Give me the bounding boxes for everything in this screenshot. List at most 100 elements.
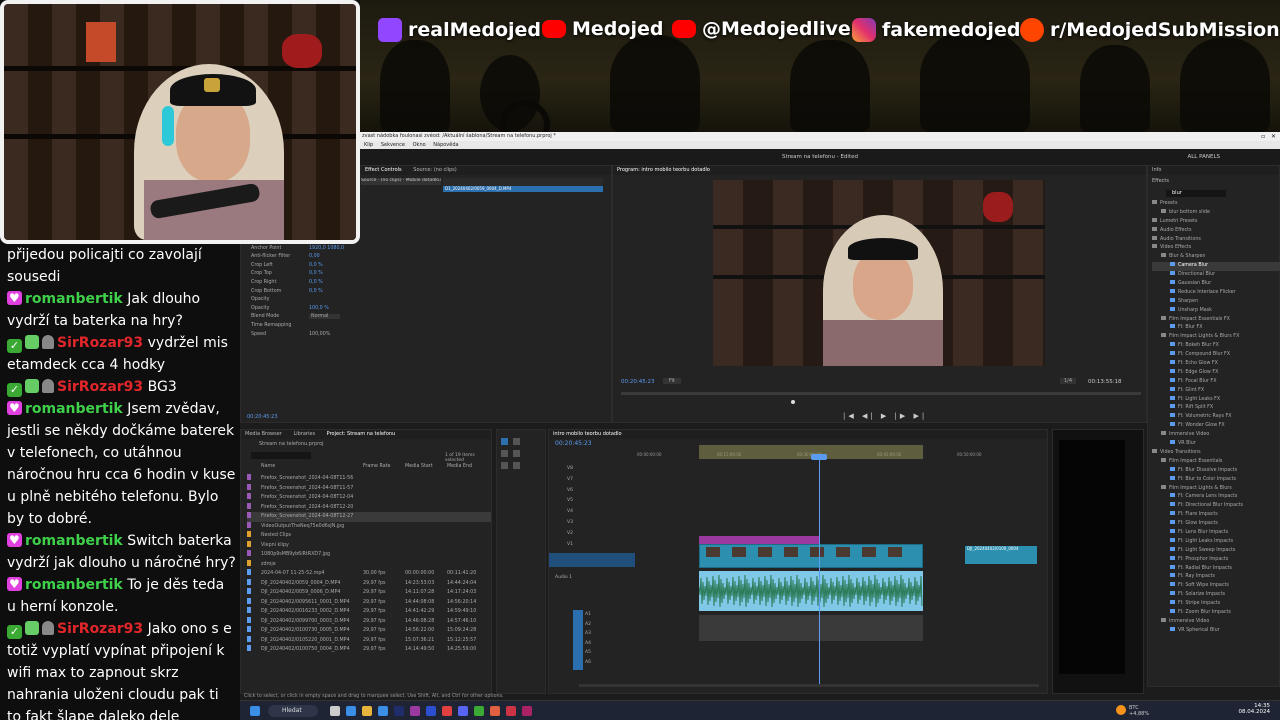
audio-track-header[interactable]: A5 [583, 648, 631, 658]
effect-value[interactable]: 100,0 % [309, 306, 329, 311]
spotify-icon[interactable] [474, 706, 484, 716]
project-item[interactable]: Firefox_Screenshot_2024-04-08T12-20 [247, 502, 491, 513]
project-item[interactable]: Nested Clips [247, 531, 491, 541]
effects-tree-item[interactable]: FI: Blur Dissolve Impacts [1152, 466, 1280, 476]
effects-tree-item[interactable]: Film Impact Lights & Blurs [1152, 484, 1280, 494]
effects-tree-item[interactable]: VR Spherical Blur [1152, 626, 1280, 636]
video-track-header[interactable]: V6 [551, 486, 631, 497]
effects-tree-item[interactable]: FI: Flare Impacts [1152, 511, 1280, 520]
effect-row[interactable]: Anti-flicker Filter 0,00 [251, 253, 451, 262]
project-item[interactable]: DJI_20240402/0100730_0005_D.MP4 29,97 fps… [247, 626, 491, 636]
video-clip-end[interactable]: DJI_20240402/0100_0004 [965, 546, 1037, 564]
effects-tree-item[interactable]: FI: Blur FX [1152, 324, 1280, 333]
chrome-icon[interactable] [442, 706, 452, 716]
windows-start-icon[interactable] [250, 706, 260, 716]
video-track-header[interactable]: V7 [551, 475, 631, 486]
effects-tree-item[interactable]: Directional Blur [1152, 271, 1280, 280]
column-media-end[interactable]: Media End [447, 464, 472, 469]
effects-tree-item[interactable]: Sharpen [1152, 297, 1280, 307]
effects-tree-item[interactable]: FI: Stripe Impacts [1152, 600, 1280, 609]
steam-icon[interactable] [394, 706, 404, 716]
effect-row[interactable]: Speed 100,00% [251, 331, 451, 340]
edge-icon[interactable] [346, 706, 356, 716]
tab-libraries[interactable]: Libraries [293, 431, 315, 437]
tab-effect-controls[interactable]: Effect Controls [365, 167, 402, 173]
project-item[interactable]: 2024-04-07 11-25-52.mp4 30,00 fps 00:00:00… [247, 569, 491, 579]
effect-value[interactable]: 1920,0 1080,0 [309, 246, 344, 251]
playhead[interactable] [819, 460, 820, 685]
project-item[interactable]: zdroje [247, 559, 491, 570]
effect-value[interactable]: 0,0 % [309, 263, 323, 268]
effects-tree-item[interactable]: FI: Focal Blur FX [1152, 377, 1280, 387]
project-item[interactable]: VideoOutputTheNeq75e0d6sJN.jpg [247, 521, 491, 532]
menu-item[interactable]: Nápověda [433, 142, 458, 148]
column-name[interactable]: Name [261, 464, 363, 469]
razor-tool-icon[interactable] [513, 450, 520, 457]
window-controls[interactable]: ▫ ✕ [1261, 132, 1276, 141]
playhead-handle[interactable] [811, 454, 827, 460]
effects-tree-item[interactable]: FI: Blur to Color Impacts [1152, 475, 1280, 485]
quality-select[interactable]: 1/4 [1060, 378, 1077, 384]
app-icon[interactable] [506, 706, 516, 716]
obs-icon[interactable] [490, 706, 500, 716]
project-item[interactable]: DJI_20240402/0099700_0003_D.MP4 29,97 fps… [247, 616, 491, 627]
explorer-icon[interactable] [362, 706, 372, 716]
project-item[interactable]: DJI_20240402/0059_0006_D.MP4 29,97 fps 14:… [247, 588, 491, 598]
premiere-icon[interactable] [410, 706, 420, 716]
effects-search-input[interactable]: blur [1166, 190, 1226, 197]
video-clip-main[interactable] [699, 544, 923, 568]
transport-controls[interactable]: |◀ ◀| ▶ |▶ ▶| [843, 412, 927, 420]
v1-track-header[interactable] [549, 553, 635, 567]
track-select-tool-icon[interactable] [513, 438, 520, 445]
slip-tool-icon[interactable] [501, 462, 508, 469]
effects-tree-item[interactable]: Camera Blur [1152, 262, 1280, 272]
effects-tree-item[interactable]: Lumetri Presets [1152, 217, 1280, 227]
project-item[interactable]: Firefox_Screenshot_2024-04-08T11-57 [247, 483, 491, 494]
effects-tree-item[interactable]: FI: Rift Split FX [1152, 404, 1280, 413]
tab-source[interactable]: Source: (no clips) [413, 167, 456, 173]
effects-tree-item[interactable]: FI: Glow Impacts [1152, 520, 1280, 529]
project-item[interactable]: DJI_20240402/0100750_0004_D.MP4 29,97 fps… [247, 645, 491, 655]
menu-item[interactable]: Klip [364, 142, 373, 148]
effects-tree-item[interactable]: Audio Transitions [1152, 235, 1280, 245]
effect-row[interactable]: Opacity 100,0 % [251, 305, 451, 314]
effect-row[interactable]: Crop Top 0,0 % [251, 270, 451, 279]
project-item[interactable]: Firefox_Screenshot_2024-04-08T12-27 [247, 512, 491, 522]
effects-tree-item[interactable]: Immersive Video [1152, 617, 1280, 627]
tab-info[interactable]: Info [1152, 167, 1161, 173]
audio-track-header[interactable]: A1 [583, 610, 631, 620]
effect-row[interactable]: Crop Left 0,0 % [251, 262, 451, 271]
effects-tree-item[interactable]: FI: Volumetric Rays FX [1152, 413, 1280, 422]
effects-tree-item[interactable]: Gaussian Blur [1152, 280, 1280, 289]
effect-value[interactable]: 0,0 % [309, 280, 323, 285]
scrubber-handle[interactable] [791, 400, 795, 404]
video-track-header[interactable]: V1 [551, 540, 631, 551]
effects-tree-item[interactable]: FI: Soft Wipe Impacts [1152, 582, 1280, 591]
project-item[interactable]: Firefox_Screenshot_2024-04-08T12-04 [247, 493, 491, 503]
effect-value[interactable]: 0,00 [309, 254, 320, 259]
graphics-clips[interactable] [699, 536, 819, 544]
column-media-start[interactable]: Media Start [405, 464, 447, 469]
effects-tree-item[interactable]: FI: Zoom Blur Impacts [1152, 608, 1280, 618]
store-icon[interactable] [378, 706, 388, 716]
effects-tree-item[interactable]: FI: Directional Blur Impacts [1152, 502, 1280, 511]
program-timecode[interactable]: 00:20:45:23 [621, 379, 655, 385]
taskbar-search[interactable]: Hledat [268, 705, 318, 717]
effects-tree-item[interactable]: FI: Bokeh Blur FX [1152, 342, 1280, 351]
program-scrubber[interactable] [621, 392, 1141, 395]
tab-effects[interactable]: Effects [1152, 178, 1169, 184]
effects-tree-item[interactable]: Video Transitions [1152, 448, 1280, 458]
effects-tree-item[interactable]: FI: Light Leaks FX [1152, 395, 1280, 405]
project-search-input[interactable] [251, 452, 311, 459]
effects-tree-item[interactable]: FI: Ray Impacts [1152, 573, 1280, 582]
effects-tree-item[interactable]: FI: Light Sweep Impacts [1152, 546, 1280, 556]
effects-tree-item[interactable]: FI: Wonder Glow FX [1152, 422, 1280, 431]
timeline-timecode[interactable]: 00:20:45:23 [555, 440, 592, 447]
fit-select[interactable]: Fit [663, 378, 681, 384]
audio-track-header[interactable]: A4 [583, 639, 631, 649]
project-item[interactable]: DJI_20240402/0059_0004_D.MP4 29,97 fps 14:… [247, 578, 491, 589]
menu-item[interactable]: Okno [413, 142, 426, 148]
tab-project[interactable]: Project: Stream na telefonu [327, 431, 396, 437]
discord-icon[interactable] [458, 706, 468, 716]
ripple-tool-icon[interactable] [501, 450, 508, 457]
